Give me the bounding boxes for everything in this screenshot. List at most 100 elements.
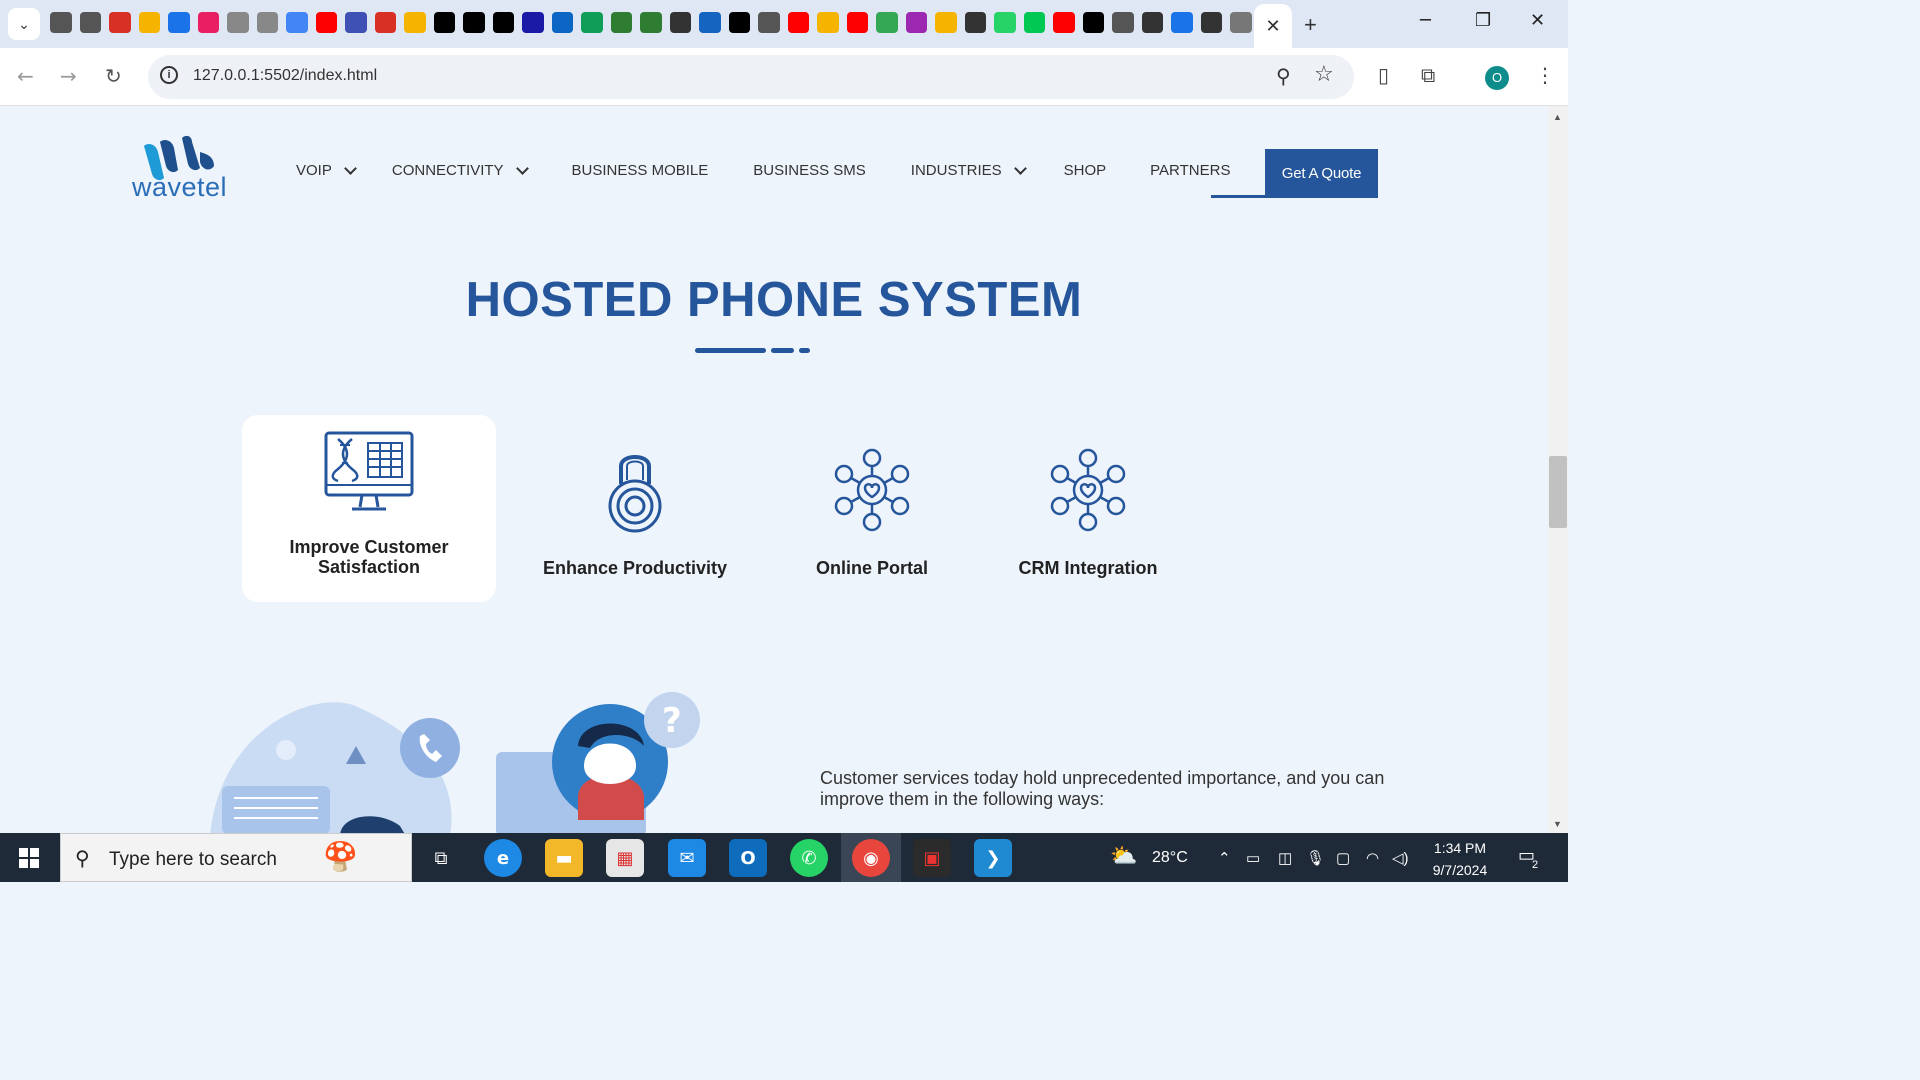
extensions-icon[interactable]: ⧉ xyxy=(1421,63,1435,87)
pinned-tab-favicon-icon[interactable] xyxy=(994,12,1016,33)
pinned-tab-favicon-icon[interactable] xyxy=(492,12,514,33)
wifi-icon[interactable]: ◠ xyxy=(1366,849,1379,867)
pinned-tab-favicon-icon[interactable] xyxy=(1112,12,1134,33)
nav-partners[interactable]: PARTNERS xyxy=(1150,162,1230,179)
bookmark-star-icon[interactable]: ☆ xyxy=(1314,62,1334,87)
feature-card-productivity[interactable]: Enhance Productivity xyxy=(508,415,762,602)
scroll-up-arrow-icon[interactable]: ▲ xyxy=(1553,112,1562,122)
scroll-thumb[interactable] xyxy=(1549,456,1567,528)
battery-icon[interactable]: ▭ xyxy=(1246,849,1260,867)
pinned-tab-favicon-icon[interactable] xyxy=(227,12,249,33)
pinned-tab-favicon-icon[interactable] xyxy=(463,12,485,33)
menu-kebab-icon[interactable]: ⋮ xyxy=(1535,63,1555,87)
pinned-tab-favicon-icon[interactable] xyxy=(286,12,308,33)
vscode-icon[interactable]: ❯ xyxy=(974,839,1012,877)
microphone-icon[interactable]: 🎙 xyxy=(1306,849,1325,867)
nav-industries[interactable]: INDUSTRIES xyxy=(911,161,1027,179)
scroll-down-arrow-icon[interactable]: ▼ xyxy=(1553,819,1562,829)
tab-search-button[interactable]: ⌄ xyxy=(8,8,40,40)
pinned-tab-favicon-icon[interactable] xyxy=(1082,12,1104,33)
nav-shop[interactable]: SHOP xyxy=(1064,162,1107,179)
feature-card-crm-integration[interactable]: CRM Integration xyxy=(961,415,1215,602)
pinned-tab-favicon-icon[interactable] xyxy=(1141,12,1163,33)
nav-business-sms[interactable]: BUSINESS SMS xyxy=(753,162,866,179)
pinned-tab-favicon-icon[interactable] xyxy=(433,12,455,33)
pinned-tab-favicon-icon[interactable] xyxy=(256,12,278,33)
minimize-icon[interactable]: ─ xyxy=(1420,10,1431,31)
screen-recorder-icon[interactable]: ▣ xyxy=(913,839,951,877)
new-tab-button[interactable]: + xyxy=(1304,12,1317,38)
pinned-tab-favicon-icon[interactable] xyxy=(522,12,544,33)
pinned-tab-favicon-icon[interactable] xyxy=(787,12,809,33)
pinned-tab-favicon-icon[interactable] xyxy=(846,12,868,33)
pinned-tab-favicon-icon[interactable] xyxy=(610,12,632,33)
pinned-tab-favicon-icon[interactable] xyxy=(699,12,721,33)
pinned-tab-favicon-icon[interactable] xyxy=(138,12,160,33)
pinned-tab-favicon-icon[interactable] xyxy=(1230,12,1252,33)
pinned-tab-favicon-icon[interactable] xyxy=(1171,12,1193,33)
pinned-tab-favicon-icon[interactable] xyxy=(758,12,780,33)
close-tab-icon[interactable]: ✕ xyxy=(1265,16,1280,37)
page-scrollbar[interactable]: ▲ ▼ xyxy=(1548,106,1568,833)
whatsapp-icon[interactable]: ✆ xyxy=(790,839,828,877)
back-icon[interactable]: ← xyxy=(17,64,34,88)
feature-card-customer-satisfaction[interactable]: Improve Customer Satisfaction xyxy=(242,415,496,602)
nav-business-mobile[interactable]: BUSINESS MOBILE xyxy=(572,162,709,179)
pinned-tab-favicon-icon[interactable] xyxy=(404,12,426,33)
pinned-tab-favicon-icon[interactable] xyxy=(79,12,101,33)
address-bar[interactable]: i 127.0.0.1:5502/index.html ⚲ ☆ xyxy=(148,55,1354,99)
microsoft-store-icon[interactable]: ▦ xyxy=(606,839,644,877)
reading-mode-icon[interactable]: ▯ xyxy=(1378,63,1389,87)
pinned-tab-favicon-icon[interactable] xyxy=(345,12,367,33)
pinned-tab-favicon-icon[interactable] xyxy=(374,12,396,33)
forward-icon[interactable]: → xyxy=(60,64,77,88)
site-info-icon[interactable]: i xyxy=(160,66,178,84)
weather-temperature[interactable]: 28°C xyxy=(1152,849,1188,867)
profile-avatar[interactable]: O xyxy=(1485,66,1509,90)
display-icon[interactable]: ▢ xyxy=(1336,849,1350,867)
nav-voip[interactable]: VOIP xyxy=(296,161,357,179)
taskbar-search-box[interactable]: ⚲ Type here to search 🍄 xyxy=(60,833,412,882)
pinned-tab-favicon-icon[interactable] xyxy=(905,12,927,33)
pinned-tab-favicon-icon[interactable] xyxy=(640,12,662,33)
nav-connectivity[interactable]: CONNECTIVITY xyxy=(392,161,529,179)
reload-icon[interactable]: ↻ xyxy=(105,64,122,88)
clock-date: 9/7/2024 xyxy=(1432,862,1488,878)
url-text[interactable]: 127.0.0.1:5502/index.html xyxy=(193,67,377,85)
pinned-tab-favicon-icon[interactable] xyxy=(315,12,337,33)
chrome-icon[interactable]: ◉ xyxy=(852,839,890,877)
edge-icon[interactable]: e xyxy=(484,839,522,877)
outlook-icon[interactable]: O xyxy=(729,839,767,877)
weather-icon[interactable]: ⛅ xyxy=(1110,843,1137,869)
pinned-tab-favicon-icon[interactable] xyxy=(876,12,898,33)
close-window-icon[interactable]: ✕ xyxy=(1530,10,1545,31)
get-a-quote-button[interactable]: Get A Quote xyxy=(1265,149,1378,198)
pinned-tab-favicon-icon[interactable] xyxy=(50,12,72,33)
volume-icon[interactable]: ◁) xyxy=(1392,849,1409,867)
windows-start-icon[interactable] xyxy=(19,848,39,868)
system-clock[interactable]: 1:34 PM 9/7/2024 xyxy=(1414,837,1506,881)
pinned-tab-favicon-icon[interactable] xyxy=(964,12,986,33)
pinned-tab-favicon-icon[interactable] xyxy=(551,12,573,33)
task-view-icon[interactable]: ⧉ xyxy=(422,839,460,877)
pinned-tab-favicon-icon[interactable] xyxy=(817,12,839,33)
file-explorer-icon[interactable]: ▬ xyxy=(545,839,583,877)
zoom-icon[interactable]: ⚲ xyxy=(1276,64,1291,88)
pinned-tab-favicon-icon[interactable] xyxy=(935,12,957,33)
meet-now-icon[interactable]: ◫ xyxy=(1278,849,1292,867)
logo-wordmark[interactable]: wavetel xyxy=(132,172,227,203)
pinned-tab-favicon-icon[interactable] xyxy=(197,12,219,33)
pinned-tab-favicon-icon[interactable] xyxy=(109,12,131,33)
active-tab[interactable]: ✕ xyxy=(1254,4,1292,48)
pinned-tab-favicon-icon[interactable] xyxy=(1200,12,1222,33)
mail-icon[interactable]: ✉ xyxy=(668,839,706,877)
pinned-tab-favicon-icon[interactable] xyxy=(1053,12,1075,33)
pinned-tab-favicon-icon[interactable] xyxy=(1023,12,1045,33)
pinned-tab-favicon-icon[interactable] xyxy=(669,12,691,33)
restore-icon[interactable]: ❐ xyxy=(1475,10,1491,31)
pinned-tab-favicon-icon[interactable] xyxy=(168,12,190,33)
show-hidden-icons-icon[interactable]: ⌃ xyxy=(1218,849,1231,867)
title-divider xyxy=(799,348,810,353)
pinned-tab-favicon-icon[interactable] xyxy=(581,12,603,33)
pinned-tab-favicon-icon[interactable] xyxy=(728,12,750,33)
